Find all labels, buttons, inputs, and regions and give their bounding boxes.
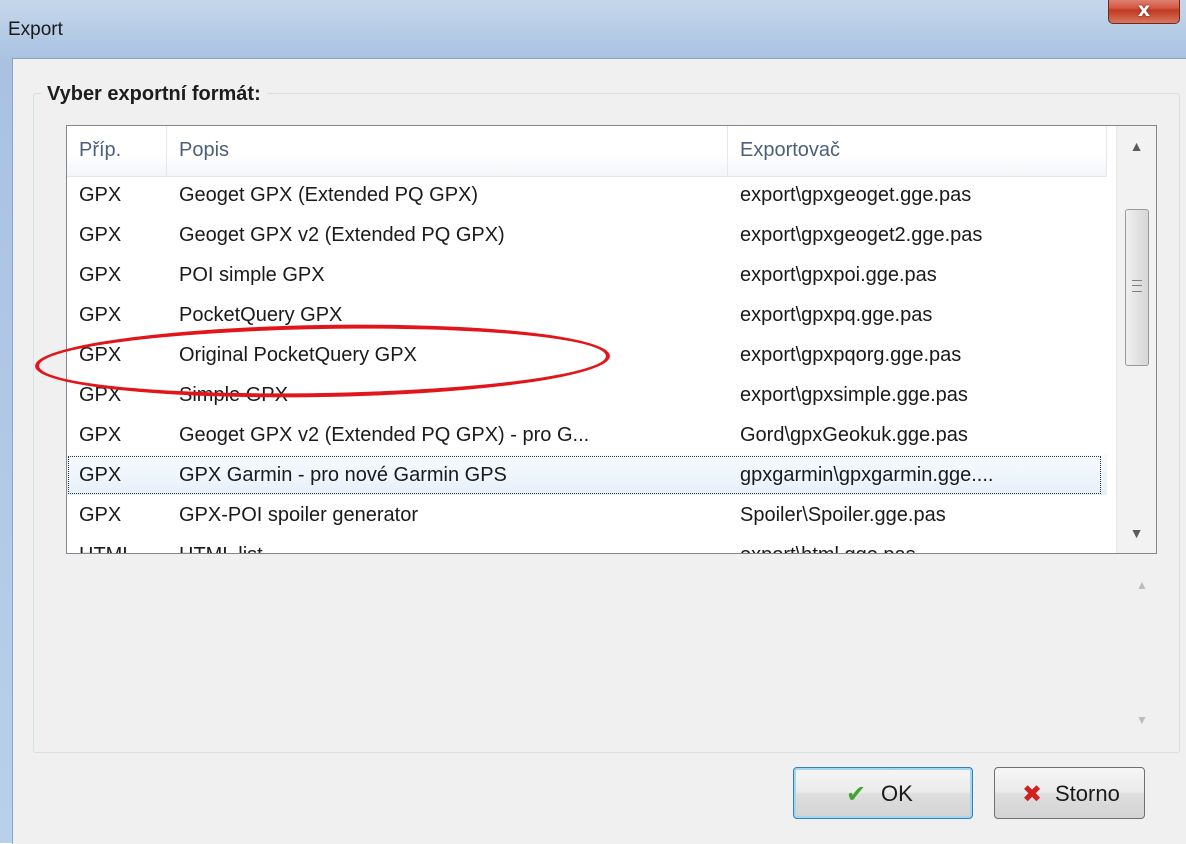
close-icon: x xyxy=(1137,0,1151,21)
cell-exporter: export\gpxpqorg.gge.pas xyxy=(740,344,962,366)
ok-button-label: OK xyxy=(881,781,913,806)
cell-exporter: export\gpxgeoget.gge.pas xyxy=(740,184,972,206)
list-header: Příp. Popis Exportovač xyxy=(67,126,1107,177)
cancel-button-label: Storno xyxy=(1055,781,1120,806)
table-row[interactable]: GPX POI simple GPX export\gpxpoi.gge.pas xyxy=(67,255,1107,295)
checkmark-icon: ✔ xyxy=(846,781,867,808)
cancel-button[interactable]: ✖ Storno xyxy=(994,767,1145,819)
scroll-grip-icon xyxy=(1132,280,1142,292)
table-row[interactable]: GPX GPX Garmin - pro nové Garmin GPS gpxga… xyxy=(67,455,1107,495)
cell-exporter: gpxgarmin\gpxgarmin.gge.... xyxy=(740,464,994,486)
cell-description: Geoget GPX (Extended PQ GPX) xyxy=(179,184,479,206)
cell-extension: GPX xyxy=(79,384,122,406)
cell-description: PocketQuery GPX xyxy=(179,304,343,326)
scrollbar-thumb[interactable] xyxy=(1125,209,1149,366)
column-header-ext[interactable]: Příp. xyxy=(67,126,167,176)
cell-description: GPX-POI spoiler generator xyxy=(179,504,418,526)
scroll-up-icon[interactable]: ▲ xyxy=(1117,126,1156,166)
cell-description: GPX Garmin - pro nové Garmin GPS xyxy=(179,464,507,486)
export-dialog: Export x Vyber exportní formát: Příp. Po… xyxy=(0,0,1186,844)
cell-exporter: Gord\gpxGeokuk.gge.pas xyxy=(740,424,968,446)
cell-exporter: export\gpxpoi.gge.pas xyxy=(740,264,937,286)
column-header-label: Příp. xyxy=(79,139,122,161)
title-bar[interactable]: Export x xyxy=(0,0,1186,58)
table-row[interactable]: GPX Geoget GPX (Extended PQ GPX) export\gp… xyxy=(67,175,1107,215)
column-header-description[interactable]: Popis xyxy=(167,126,728,176)
cell-description: Geoget GPX v2 (Extended PQ GPX) xyxy=(179,224,505,246)
cell-extension: GPX xyxy=(79,424,122,446)
ok-button[interactable]: ✔ OK xyxy=(793,767,973,819)
x-icon: ✖ xyxy=(1022,781,1043,808)
cell-description: Original PocketQuery GPX xyxy=(179,344,417,366)
cell-extension: GPX xyxy=(79,344,122,366)
window-title: Export xyxy=(8,19,63,40)
cell-exporter: Spoiler\Spoiler.gge.pas xyxy=(740,504,946,526)
table-row[interactable]: GPX Geoget GPX v2 (Extended PQ GPX) - pro… xyxy=(67,415,1107,455)
cell-extension: GPX xyxy=(79,504,122,526)
cell-extension: GPX xyxy=(79,184,122,206)
cell-description: Simple GPX xyxy=(179,384,288,406)
scroll-down-icon[interactable]: ▼ xyxy=(1117,513,1156,553)
cell-extension: GPX xyxy=(79,224,122,246)
list-vertical-scrollbar[interactable]: ▲ ▼ xyxy=(1116,126,1156,553)
cell-exporter: export\gpxpq.gge.pas xyxy=(740,304,933,326)
cell-exporter: export\html.gge.pas xyxy=(728,535,1107,553)
column-header-label: Popis xyxy=(179,139,230,161)
cell-extension: GPX xyxy=(79,464,122,486)
table-row[interactable]: GPX PocketQuery GPX export\gpxpq.gge.pas xyxy=(67,295,1107,335)
close-button[interactable]: x xyxy=(1108,0,1180,24)
cell-extension: GPX xyxy=(79,304,122,326)
description-memo-scrollbar[interactable]: ▲ ▼ xyxy=(1122,570,1162,750)
cell-description: Geoget GPX v2 (Extended PQ GPX) - pro G.… xyxy=(179,424,590,446)
table-row[interactable]: GPX Simple GPX export\gpxsimple.gge.pas xyxy=(67,375,1107,415)
table-row[interactable]: GPX GPX-POI spoiler generator Spoiler\Spoi… xyxy=(67,495,1107,535)
column-header-label: Exportovač xyxy=(740,139,841,161)
format-list[interactable]: Příp. Popis Exportovač GPX Geoget GPX (Ex… xyxy=(66,125,1157,554)
cell-description: POI simple GPX xyxy=(179,264,325,286)
groupbox-title: Vyber exportní formát: xyxy=(41,83,267,106)
cell-extension: HTML xyxy=(67,535,167,553)
cell-description: HTML list xyxy=(167,535,728,553)
table-row[interactable]: GPX Geoget GPX v2 (Extended PQ GPX) export… xyxy=(67,215,1107,255)
memo-scroll-up-icon[interactable]: ▲ xyxy=(1122,570,1162,600)
column-header-exporter[interactable]: Exportovač xyxy=(728,126,1107,176)
table-row[interactable]: HTMLHTML listexport\html.gge.pas xyxy=(67,535,1107,553)
dialog-client-area: Vyber exportní formát: Příp. Popis Expor… xyxy=(12,58,1186,844)
table-row[interactable]: GPX Original PocketQuery GPX export\gpxpqo… xyxy=(67,335,1107,375)
cell-exporter: export\gpxsimple.gge.pas xyxy=(740,384,968,406)
cell-exporter: export\gpxgeoget2.gge.pas xyxy=(740,224,983,246)
cell-extension: GPX xyxy=(79,264,122,286)
memo-scroll-down-icon[interactable]: ▼ xyxy=(1122,705,1162,735)
